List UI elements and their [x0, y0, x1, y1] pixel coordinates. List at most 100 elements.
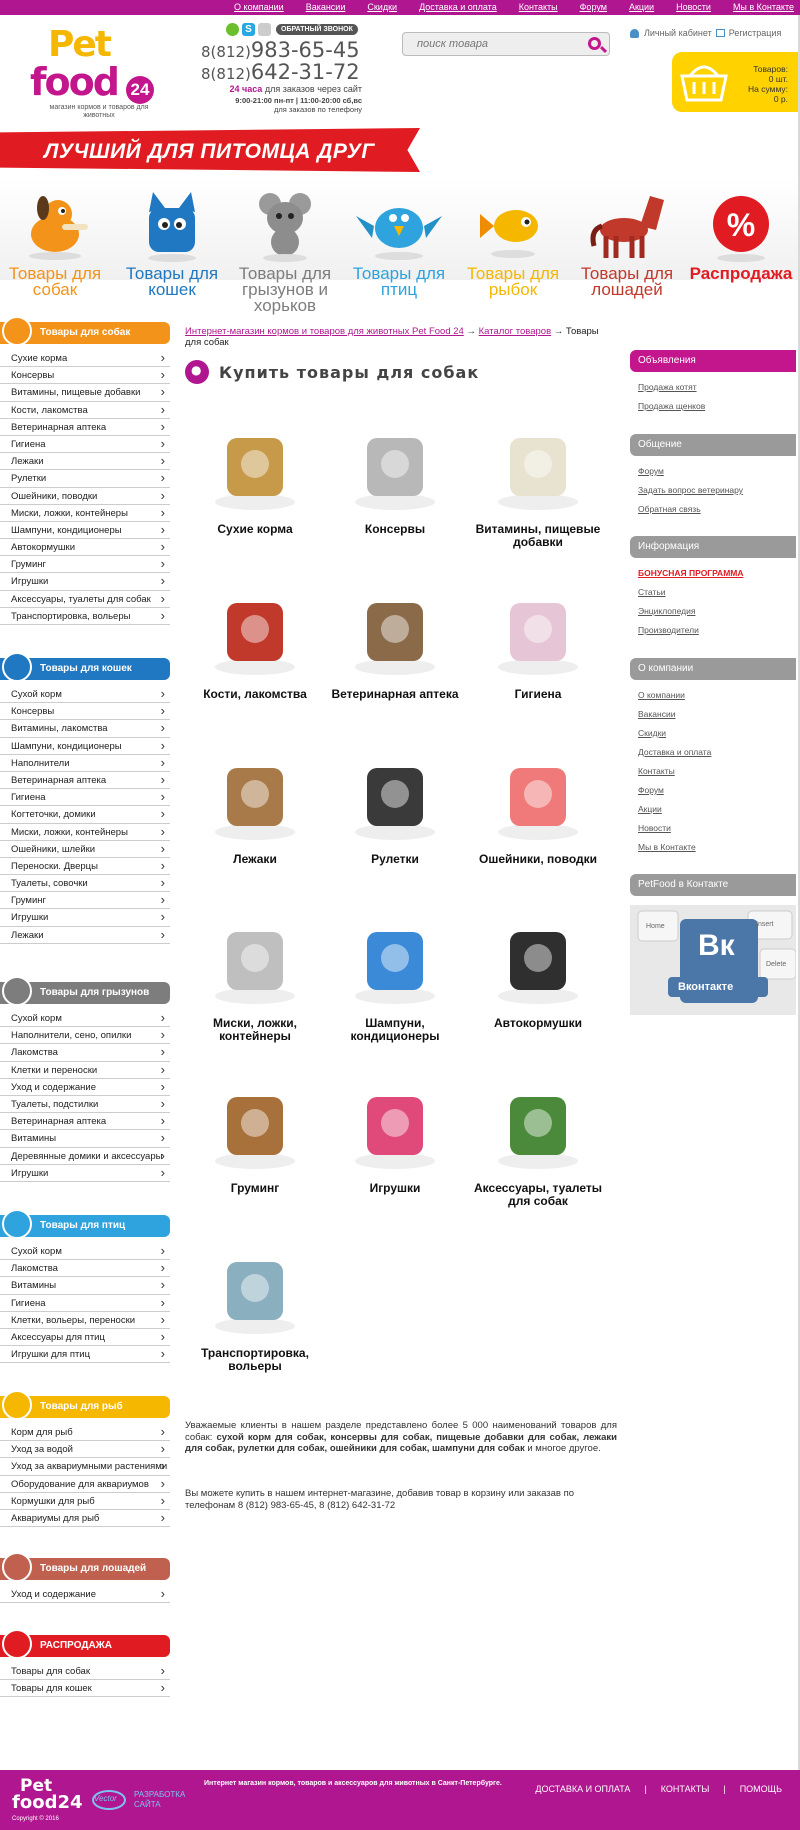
- product-card[interactable]: Аксессуары, туалеты для собак: [468, 1079, 608, 1208]
- sidebar-item[interactable]: Лакомства: [0, 1259, 170, 1278]
- sidebar-item[interactable]: Туалеты, подстилки: [0, 1095, 170, 1114]
- product-image[interactable]: [488, 914, 588, 1009]
- site-logo[interactable]: Pet food 24 магазин кормов и товаров для…: [30, 24, 154, 119]
- sidebar-heading-birds[interactable]: Товары для птиц: [0, 1209, 170, 1239]
- sidebar-heading-dogs[interactable]: Товары для собак: [0, 316, 170, 346]
- topnav-promos[interactable]: Акции: [629, 0, 654, 15]
- sidebar-item[interactable]: Лежаки: [0, 452, 170, 471]
- sidebar-item[interactable]: Шампуни, кондиционеры: [0, 737, 170, 755]
- product-name[interactable]: Лежаки: [185, 853, 325, 866]
- topnav-contacts[interactable]: Контакты: [519, 0, 558, 15]
- product-image[interactable]: [345, 914, 445, 1009]
- product-name[interactable]: Рулетки: [325, 853, 465, 866]
- sidebar-item[interactable]: Автокормушки: [0, 538, 170, 557]
- sidebar-item[interactable]: Шампуни, кондиционеры: [0, 521, 170, 540]
- right-link[interactable]: Форум: [630, 781, 796, 800]
- sidebar-item[interactable]: Клетки, вольеры, переноски: [0, 1311, 170, 1329]
- sidebar-item[interactable]: Ветеринарная аптека: [0, 1112, 170, 1131]
- footer-logo[interactable]: Pet food24 Copyright © 2016: [12, 1776, 83, 1826]
- sidebar-heading-fish[interactable]: Товары для рыб: [0, 1390, 170, 1420]
- sidebar-item[interactable]: Кормушки для рыб: [0, 1492, 170, 1510]
- sidebar-item[interactable]: Оборудование для аквариумов: [0, 1475, 170, 1493]
- sidebar-heading-cats[interactable]: Товары для кошек: [0, 652, 170, 682]
- vk-banner[interactable]: Вк Вконтакте Insert Delete Home: [630, 905, 796, 1015]
- product-card[interactable]: Груминг: [185, 1079, 325, 1195]
- right-link[interactable]: Продажа щенков: [630, 397, 796, 416]
- footer-contacts-link[interactable]: КОНТАКТЫ: [661, 1784, 710, 1794]
- sidebar-heading-sale[interactable]: РАСПРОДАЖА: [0, 1629, 170, 1659]
- right-link[interactable]: Форум: [630, 462, 796, 481]
- right-link[interactable]: Скидки: [630, 724, 796, 743]
- right-link[interactable]: Новости: [630, 819, 796, 838]
- product-name[interactable]: Ветеринарная аптека: [325, 688, 465, 701]
- sidebar-item[interactable]: Наполнители, сено, опилки: [0, 1026, 170, 1045]
- product-image[interactable]: [205, 1244, 305, 1339]
- sidebar-item[interactable]: Ошейники, поводки: [0, 486, 170, 505]
- right-link[interactable]: БОНУСНАЯ ПРОГРАММА: [630, 564, 796, 583]
- product-card[interactable]: Гигиена: [468, 585, 608, 701]
- category-horses[interactable]: Товары для лошадей: [572, 186, 682, 298]
- product-image[interactable]: [205, 1079, 305, 1174]
- sidebar-item[interactable]: Игрушки для птиц: [0, 1345, 170, 1364]
- sidebar-item[interactable]: Груминг: [0, 555, 170, 574]
- sidebar-item[interactable]: Консервы: [0, 366, 170, 385]
- sidebar-item[interactable]: Ошейники, шлейки: [0, 840, 170, 858]
- sidebar-item[interactable]: Деревянные домики и аксессуары: [0, 1146, 170, 1165]
- product-image[interactable]: [345, 750, 445, 845]
- category-rodents[interactable]: Товары для грызунов и хорьков: [230, 186, 340, 314]
- sidebar-item[interactable]: Клетки и переноски: [0, 1061, 170, 1079]
- sidebar-item[interactable]: Витамины, пищевые добавки: [0, 383, 170, 402]
- product-image[interactable]: [345, 585, 445, 680]
- product-card[interactable]: Сухие корма: [185, 420, 325, 536]
- product-name[interactable]: Консервы: [325, 523, 465, 536]
- sidebar-item[interactable]: Аксессуары, туалеты для собак: [0, 590, 170, 608]
- sidebar-item[interactable]: Кости, лакомства: [0, 401, 170, 419]
- sidebar-item[interactable]: Консервы: [0, 702, 170, 721]
- sidebar-heading-rodents[interactable]: Товары для грызунов: [0, 976, 170, 1006]
- breadcrumb-home[interactable]: Интернет-магазин кормов и товаров для жи…: [185, 326, 464, 337]
- sidebar-item[interactable]: Товары для кошек: [0, 1679, 170, 1698]
- footer-help-link[interactable]: ПОМОЩЬ: [740, 1784, 782, 1794]
- product-name[interactable]: Транспортировка, вольеры: [185, 1347, 325, 1373]
- product-image[interactable]: [205, 914, 305, 1009]
- product-name[interactable]: Ошейники, поводки: [468, 853, 608, 866]
- sidebar-item[interactable]: Витамины: [0, 1276, 170, 1295]
- sidebar-item[interactable]: Витамины, лакомства: [0, 719, 170, 738]
- product-card[interactable]: Игрушки: [325, 1079, 465, 1195]
- category-cats[interactable]: Товары для кошек: [117, 186, 227, 298]
- product-card[interactable]: Автокормушки: [468, 914, 608, 1030]
- product-card[interactable]: Витамины, пищевые добавки: [468, 420, 608, 549]
- topnav-news[interactable]: Новости: [676, 0, 711, 15]
- right-link[interactable]: Обратная связь: [630, 500, 796, 519]
- topnav-delivery[interactable]: Доставка и оплата: [419, 0, 497, 15]
- cart-widget[interactable]: Товаров: 0 шт. На сумму: 0 р.: [672, 52, 798, 112]
- product-name[interactable]: Груминг: [185, 1182, 325, 1195]
- sidebar-item[interactable]: Сухие корма: [0, 349, 170, 368]
- product-image[interactable]: [205, 750, 305, 845]
- category-birds[interactable]: Товары для птиц: [344, 186, 454, 298]
- sidebar-item[interactable]: Лежаки: [0, 926, 170, 944]
- sidebar-item[interactable]: Наполнители: [0, 754, 170, 772]
- product-image[interactable]: [488, 420, 588, 515]
- sidebar-item[interactable]: Игрушки: [0, 1164, 170, 1182]
- product-name[interactable]: Сухие корма: [185, 523, 325, 536]
- right-link[interactable]: О компании: [630, 686, 796, 705]
- product-name[interactable]: Кости, лакомства: [185, 688, 325, 701]
- topnav-discounts[interactable]: Скидки: [367, 0, 397, 15]
- footer-delivery-link[interactable]: ДОСТАВКА И ОПЛАТА: [535, 1784, 630, 1794]
- sidebar-item[interactable]: Товары для собак: [0, 1662, 170, 1681]
- topnav-vk[interactable]: Мы в Контакте: [733, 0, 794, 15]
- sidebar-item[interactable]: Когтеточки, домики: [0, 805, 170, 824]
- sidebar-item[interactable]: Миски, ложки, контейнеры: [0, 504, 170, 522]
- category-fish[interactable]: Товары для рыбок: [458, 186, 568, 298]
- product-image[interactable]: [488, 585, 588, 680]
- product-card[interactable]: Лежаки: [185, 750, 325, 866]
- sidebar-item[interactable]: Лакомства: [0, 1043, 170, 1062]
- sidebar-item[interactable]: Транспортировка, вольеры: [0, 607, 170, 625]
- account-link[interactable]: Личный кабинет: [644, 28, 712, 38]
- sidebar-item[interactable]: Переноски. Дверцы: [0, 857, 170, 876]
- callback-button[interactable]: ОБРАТНЫЙ ЗВОНОК: [276, 24, 358, 35]
- product-card[interactable]: Рулетки: [325, 750, 465, 866]
- skype-icon[interactable]: S: [242, 23, 255, 36]
- right-link[interactable]: Статьи: [630, 583, 796, 602]
